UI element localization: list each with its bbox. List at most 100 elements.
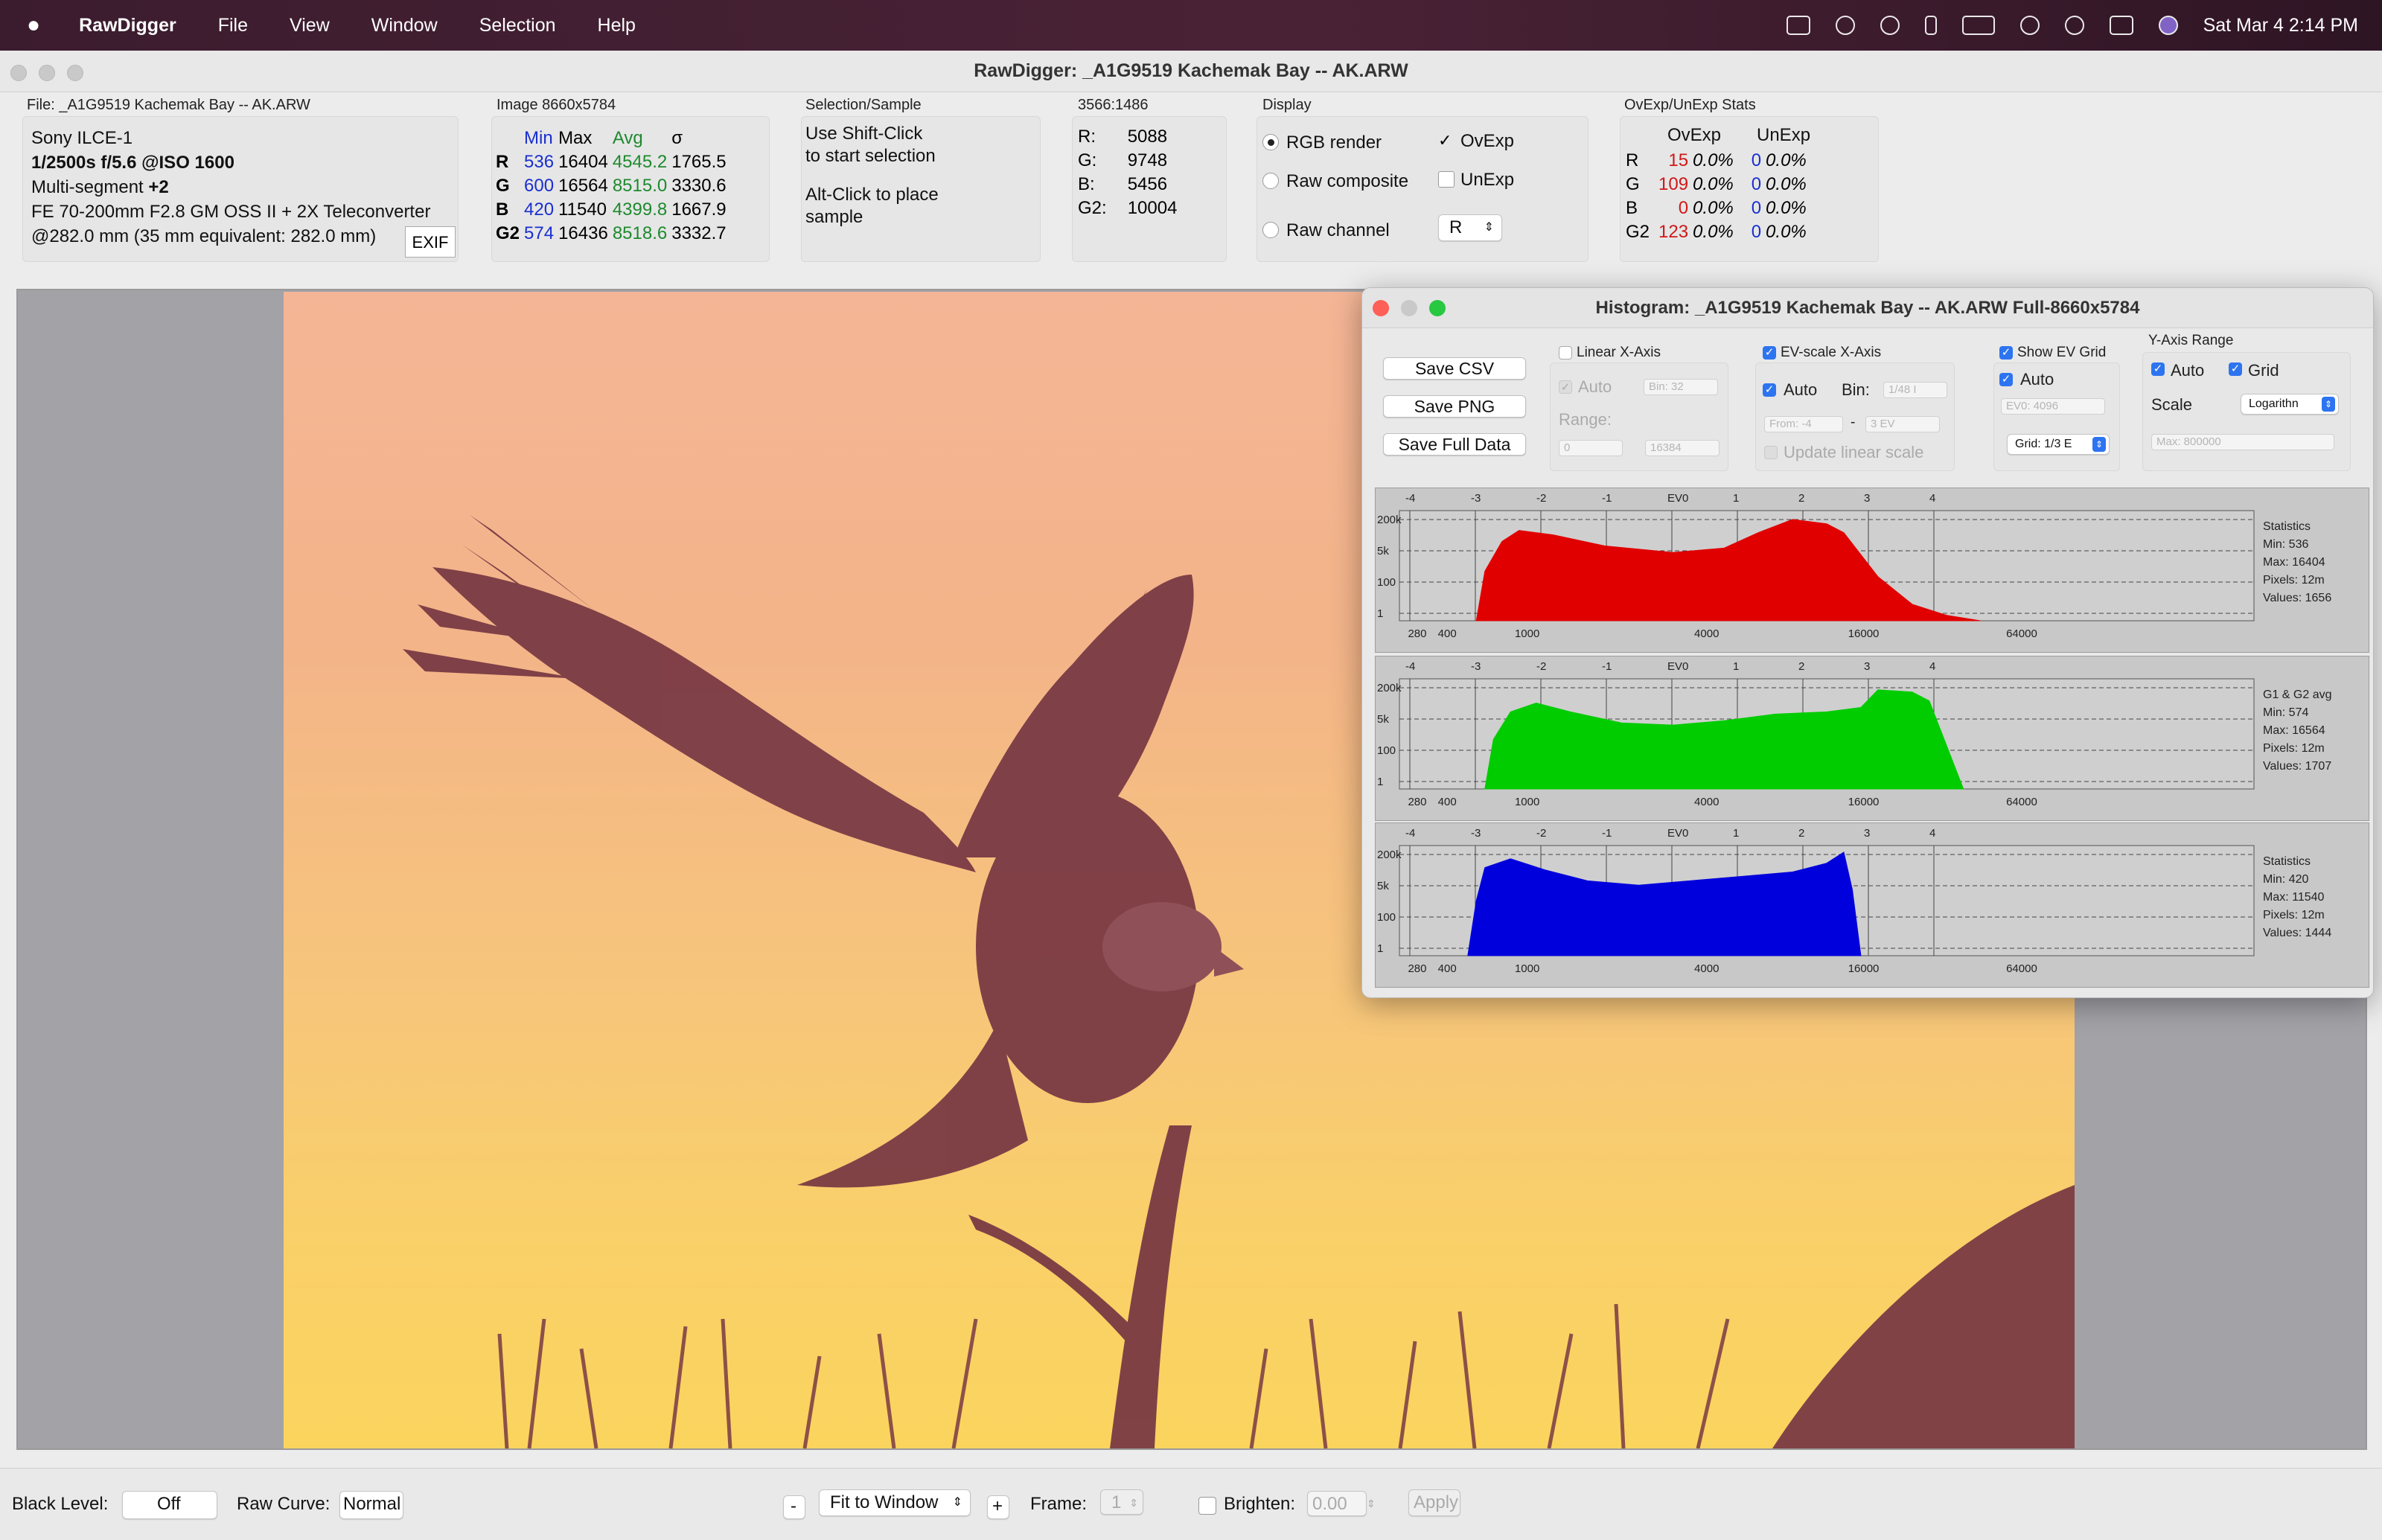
- apple-menu-icon[interactable]: ●: [27, 13, 40, 38]
- rgb-render-radio[interactable]: [1262, 134, 1279, 150]
- green-histogram-chart[interactable]: -4 -3 -2 -1 EV0 1 2 3 4 200k 5k 100 1 280 400 1000 4000 1…: [1375, 656, 2369, 821]
- histogram-titlebar: Histogram: _A1G9519 Kachemak Bay -- AK.A…: [1362, 288, 2373, 328]
- table-row: G2 574 16436 8518.6 3332.7: [496, 222, 731, 246]
- close-window-icon[interactable]: [10, 65, 27, 81]
- ev-auto-checkbox[interactable]: ✓: [1763, 383, 1776, 397]
- ev-tick-label: -4: [1405, 827, 1415, 840]
- ev-to-field[interactable]: 3 EV: [1865, 416, 1940, 432]
- minimize-window-icon[interactable]: [39, 65, 55, 81]
- brighten-field[interactable]: 0.00: [1307, 1491, 1367, 1516]
- y-tick-label: 100: [1377, 576, 1396, 589]
- y-max-field[interactable]: Max: 800000: [2151, 434, 2334, 450]
- x-tick-label: 400: [1438, 627, 1457, 640]
- control-center-icon[interactable]: [2109, 16, 2133, 35]
- save-full-data-button[interactable]: Save Full Data: [1383, 433, 1526, 456]
- selection-hint-3: Alt-Click to place: [805, 185, 939, 205]
- histogram-window[interactable]: Histogram: _A1G9519 Kachemak Bay -- AK.A…: [1361, 287, 2374, 998]
- zoom-in-button[interactable]: +: [987, 1495, 1009, 1519]
- range-from-field[interactable]: 0: [1559, 440, 1623, 456]
- save-csv-button[interactable]: Save CSV: [1383, 357, 1526, 380]
- ev-scale-label: EV-scale X-Axis: [1781, 345, 1882, 360]
- black-level-select[interactable]: Off: [122, 1491, 217, 1519]
- y-grid-checkbox[interactable]: ✓: [2229, 362, 2242, 376]
- linear-bin-field[interactable]: Bin: 32: [1644, 379, 1718, 395]
- menu-help[interactable]: Help: [598, 15, 636, 36]
- linear-x-axis-checkbox[interactable]: [1559, 346, 1572, 360]
- frame-value: 1: [1111, 1492, 1122, 1512]
- max-value: 16564: [558, 176, 608, 196]
- save-png-button[interactable]: Save PNG: [1383, 395, 1526, 418]
- exif-button[interactable]: EXIF: [405, 226, 456, 258]
- ev-tick-label: -1: [1602, 492, 1612, 505]
- clock[interactable]: Sat Mar 4 2:14 PM: [2203, 15, 2358, 36]
- red-histogram-chart[interactable]: -4 -3 -2 -1 EV0 1 2 3 4 200k 5k 100 1 280 400 1000 4000 1…: [1375, 488, 2369, 653]
- zoom-window-icon[interactable]: [67, 65, 83, 81]
- min-value: 600: [524, 176, 555, 196]
- ev-from-field[interactable]: From: -4: [1764, 416, 1843, 432]
- blue-histogram-chart[interactable]: -4 -3 -2 -1 EV0 1 2 3 4 200k 5k 100 1 280 400 1000 4000 1…: [1375, 822, 2369, 988]
- close-window-icon[interactable]: [1373, 300, 1389, 316]
- raw-composite-radio[interactable]: [1262, 173, 1279, 189]
- focal-info: @282.0 mm (35 mm equivalent: 282.0 mm): [31, 226, 377, 246]
- brighten-checkbox[interactable]: [1198, 1497, 1216, 1515]
- linear-auto-checkbox[interactable]: ✓: [1559, 380, 1572, 394]
- ev0-field[interactable]: EV0: 4096: [2001, 398, 2105, 415]
- show-ev-grid-checkbox[interactable]: ✓: [1999, 346, 2013, 360]
- minimize-window-icon[interactable]: [1401, 300, 1417, 316]
- selection-hint-2: to start selection: [805, 146, 936, 166]
- siri-icon[interactable]: [2158, 16, 2178, 35]
- y-auto-checkbox[interactable]: ✓: [2151, 362, 2165, 376]
- ev-scale-checkbox[interactable]: ✓: [1763, 346, 1776, 360]
- sample-table: R: 5088 G: 9748 B: 5456 G2: 10004: [1078, 125, 1181, 220]
- menu-window[interactable]: Window: [371, 15, 438, 36]
- red-histogram-stats: Statistics Min: 536 Max: 16404 Pixels: 1…: [2263, 518, 2331, 607]
- frame-stepper[interactable]: 1 ⇕: [1100, 1489, 1143, 1515]
- y-tick-label: 100: [1377, 911, 1396, 924]
- sample-value: 9748: [1127, 150, 1168, 170]
- grid-step-select[interactable]: Grid: 1/3 E ⇕: [2007, 434, 2110, 455]
- ev-tick-label: 2: [1798, 827, 1804, 840]
- channel-label: G2: [496, 223, 520, 243]
- ev-tick-label: -3: [1471, 827, 1481, 840]
- time-machine-icon[interactable]: [1880, 16, 1900, 35]
- creative-cloud-icon[interactable]: [1835, 16, 1855, 35]
- bluetooth-icon[interactable]: [1924, 16, 1937, 35]
- apply-button[interactable]: Apply: [1408, 1489, 1460, 1516]
- unexp-checkbox[interactable]: [1438, 171, 1455, 188]
- film-icon[interactable]: [1786, 16, 1810, 35]
- unexp-percent: 0.0%: [1766, 198, 1807, 218]
- ev-tick-label: EV0: [1667, 660, 1688, 673]
- update-linear-checkbox[interactable]: [1764, 446, 1778, 459]
- min-value: 536: [524, 152, 555, 172]
- battery-icon[interactable]: [1961, 16, 1995, 35]
- ovexp-percent: 0.0%: [1693, 174, 1734, 194]
- brighten-stepper-icon[interactable]: ⇕: [1367, 1491, 1382, 1516]
- camera-model: Sony ILCE-1: [31, 128, 133, 148]
- raw-channel-radio[interactable]: [1262, 222, 1279, 238]
- zoom-window-icon[interactable]: [1429, 300, 1446, 316]
- sample-value: 10004: [1127, 198, 1178, 218]
- ev-tick-label: -2: [1536, 827, 1546, 840]
- ev-auto-label: Auto: [1784, 380, 1818, 399]
- zoom-out-button[interactable]: -: [783, 1495, 805, 1519]
- zoom-select[interactable]: Fit to Window ⇕: [819, 1489, 971, 1516]
- menu-selection[interactable]: Selection: [479, 15, 556, 36]
- table-row: R: 5088: [1078, 125, 1181, 149]
- ev-bin-field[interactable]: 1/48 I: [1883, 382, 1947, 398]
- raw-curve-select[interactable]: Normal: [339, 1491, 403, 1519]
- ev-grid-auto-label: Auto: [2020, 370, 2054, 389]
- menu-app[interactable]: RawDigger: [79, 15, 176, 36]
- table-row: G2: 10004: [1078, 197, 1181, 220]
- channel-select[interactable]: R ⇕: [1438, 214, 1502, 241]
- ovexp-checkbox[interactable]: ✓: [1438, 132, 1455, 149]
- menu-file[interactable]: File: [218, 15, 248, 36]
- range-to-field[interactable]: 16384: [1645, 440, 1720, 456]
- menu-view[interactable]: View: [290, 15, 330, 36]
- raw-curve-label: Raw Curve:: [237, 1494, 331, 1514]
- scale-select[interactable]: Logarithn ⇕: [2241, 394, 2339, 415]
- search-icon[interactable]: [2064, 16, 2084, 35]
- sample-key: R:: [1078, 127, 1096, 147]
- ev-grid-auto-checkbox[interactable]: ✓: [1999, 373, 2013, 386]
- sample-value: 5088: [1127, 127, 1168, 147]
- link-icon[interactable]: [2019, 16, 2040, 35]
